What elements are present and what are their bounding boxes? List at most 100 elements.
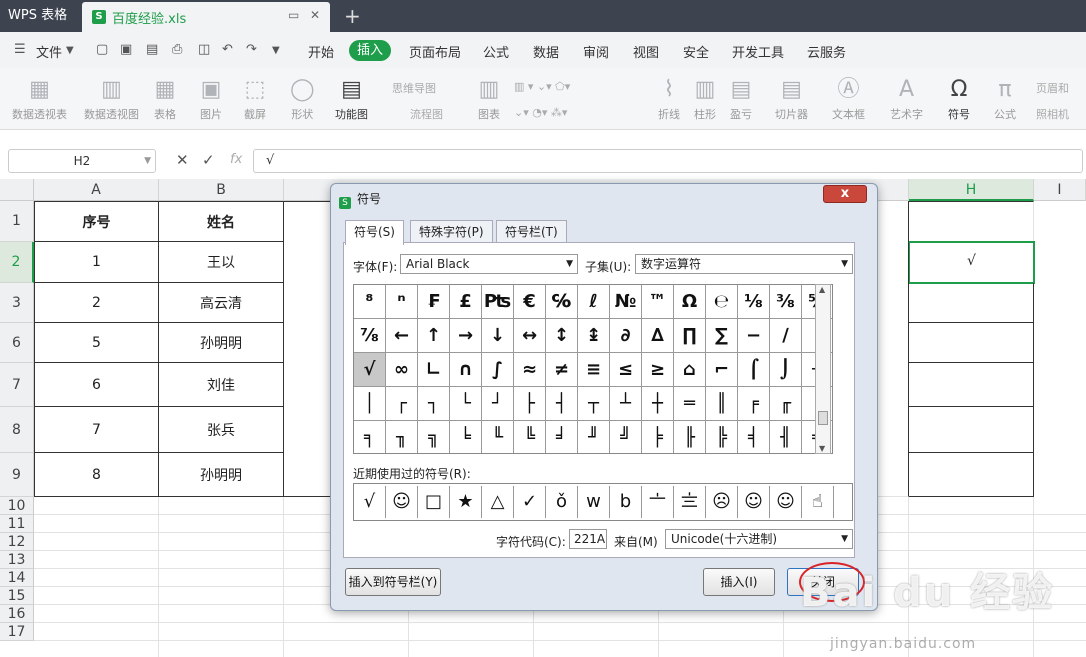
column-header-a[interactable]: A: [34, 179, 159, 201]
symbol-cell[interactable]: ╖: [386, 421, 418, 453]
header-footer-button[interactable]: 页眉和: [1036, 80, 1069, 96]
symbol-cell[interactable]: ∞: [386, 353, 418, 387]
symbol-cell[interactable]: ↕: [546, 319, 578, 353]
symbol-cell[interactable]: ₧: [482, 285, 514, 319]
cell-a8[interactable]: 7: [34, 407, 159, 453]
cell-h6[interactable]: [909, 323, 1034, 363]
symbol-cell[interactable]: ⌐: [706, 353, 738, 387]
symbol-cell[interactable]: ╕: [354, 421, 386, 453]
symbol-cell[interactable]: ↓: [482, 319, 514, 353]
chevron-down-icon[interactable]: ▼: [144, 150, 151, 172]
symbol-cell[interactable]: ∕: [770, 319, 802, 353]
recent-symbol[interactable]: △: [482, 486, 514, 518]
tab-security[interactable]: 安全: [683, 42, 709, 61]
slicer-button[interactable]: ▤ 切片器: [775, 76, 808, 122]
select-all-corner[interactable]: [0, 179, 34, 201]
sparkline-column-button[interactable]: ▥ 柱形: [694, 76, 716, 122]
row-header[interactable]: 1: [0, 201, 34, 242]
recent-symbol[interactable]: ✓: [514, 486, 546, 518]
symbol-cell[interactable]: √: [354, 353, 386, 387]
tab-special-chars[interactable]: 特殊字符(P): [410, 220, 493, 244]
tab-review[interactable]: 审阅: [583, 42, 609, 61]
scroll-down-icon[interactable]: ▼: [819, 444, 825, 453]
column-header-b[interactable]: B: [159, 179, 284, 201]
row-header[interactable]: 7: [0, 363, 34, 407]
tab-start[interactable]: 开始: [308, 42, 334, 61]
sparkline-line-button[interactable]: ⌇ 折线: [658, 76, 680, 122]
cell-b9[interactable]: 孙明明: [159, 453, 284, 497]
file-tab[interactable]: S 百度经验.xls ▭ ✕: [82, 2, 330, 32]
cell-h3[interactable]: [909, 283, 1034, 323]
symbol-cell[interactable]: ╓: [770, 387, 802, 421]
row-header[interactable]: 13: [0, 551, 34, 569]
recent-symbol[interactable]: ★: [450, 486, 482, 518]
row-header[interactable]: 17: [0, 623, 34, 641]
symbol-cell[interactable]: ╢: [770, 421, 802, 453]
cell-h1[interactable]: [909, 201, 1034, 242]
row-header[interactable]: 9: [0, 453, 34, 497]
row-header[interactable]: 2: [0, 242, 34, 283]
symbol-cell[interactable]: └: [450, 387, 482, 421]
symbol-cell[interactable]: ℅: [546, 285, 578, 319]
cell-b8[interactable]: 张兵: [159, 407, 284, 453]
column-header-i[interactable]: I: [1034, 179, 1086, 201]
column-header-h[interactable]: H: [909, 179, 1034, 201]
tab-formula[interactable]: 公式: [483, 42, 509, 61]
subset-select[interactable]: 数字运算符 ▼: [635, 254, 853, 274]
symbol-cell[interactable]: ₣: [418, 285, 450, 319]
cancel-icon[interactable]: ✕: [176, 151, 189, 169]
symbol-cell[interactable]: ℮: [706, 285, 738, 319]
dialog-close-button[interactable]: x: [823, 185, 867, 203]
symbol-cell[interactable]: ┬: [578, 387, 610, 421]
symbol-cell[interactable]: ⁸: [354, 285, 386, 319]
symbol-cell[interactable]: ∩: [450, 353, 482, 387]
undo-icon[interactable]: ↶: [222, 42, 233, 57]
flow-chart-button[interactable]: 流程图: [410, 106, 443, 122]
symbol-cell[interactable]: ┼: [642, 387, 674, 421]
recent-symbol[interactable]: 〦: [642, 486, 674, 518]
symbol-cell[interactable]: ╟: [674, 421, 706, 453]
fx-icon[interactable]: fx: [230, 152, 242, 167]
cell-b6[interactable]: 孙明明: [159, 323, 284, 363]
shape-button[interactable]: ◯ 形状: [290, 76, 315, 122]
insert-button[interactable]: 插入(I): [703, 568, 775, 596]
cell-a7[interactable]: 6: [34, 363, 159, 407]
symbol-cell[interactable]: ┌: [386, 387, 418, 421]
cell-h7[interactable]: [909, 363, 1034, 407]
symbol-cell[interactable]: ∂: [610, 319, 642, 353]
row-header[interactable]: 3: [0, 283, 34, 323]
symbol-cell[interactable]: ╗: [418, 421, 450, 453]
symbol-cell[interactable]: ┤: [546, 387, 578, 421]
symbol-cell[interactable]: ↨: [578, 319, 610, 353]
symbol-cell[interactable]: →: [450, 319, 482, 353]
recent-symbol[interactable]: ☺: [738, 486, 770, 518]
camera-button[interactable]: 照相机: [1036, 106, 1069, 122]
cell-c-block[interactable]: [284, 201, 332, 497]
symbol-cell[interactable]: ≤: [610, 353, 642, 387]
tab-page-layout[interactable]: 页面布局: [409, 42, 461, 61]
equation-button[interactable]: π 公式: [994, 76, 1016, 122]
tab-data[interactable]: 数据: [533, 42, 559, 61]
symbol-cell[interactable]: ╝: [610, 421, 642, 453]
symbol-cell[interactable]: ↔: [514, 319, 546, 353]
print-icon[interactable]: ⎙: [172, 42, 182, 57]
cell-a1[interactable]: 序号: [34, 201, 159, 242]
name-box[interactable]: H2 ▼: [8, 149, 156, 173]
symbol-cell[interactable]: ╡: [738, 421, 770, 453]
symbol-cell[interactable]: ∆: [642, 319, 674, 353]
recent-symbol[interactable]: w: [578, 486, 610, 518]
symbol-cell[interactable]: ≡: [578, 353, 610, 387]
cell-a3[interactable]: 2: [34, 283, 159, 323]
function-chart-button[interactable]: ▤ 功能图: [335, 76, 368, 122]
recent-symbol[interactable]: b: [610, 486, 642, 518]
hamburger-icon[interactable]: ☰: [14, 42, 26, 57]
symbol-cell[interactable]: ∟: [418, 353, 450, 387]
row-header[interactable]: 14: [0, 569, 34, 587]
symbol-cell[interactable]: ├: [514, 387, 546, 421]
save-icon[interactable]: ▣: [120, 42, 132, 57]
symbol-cell[interactable]: ╒: [738, 387, 770, 421]
chart-button[interactable]: ▥ 图表: [478, 76, 500, 122]
font-select[interactable]: Arial Black ▼: [400, 254, 578, 274]
symbol-cell[interactable]: ╜: [578, 421, 610, 453]
cell-a2[interactable]: 1: [34, 242, 159, 283]
